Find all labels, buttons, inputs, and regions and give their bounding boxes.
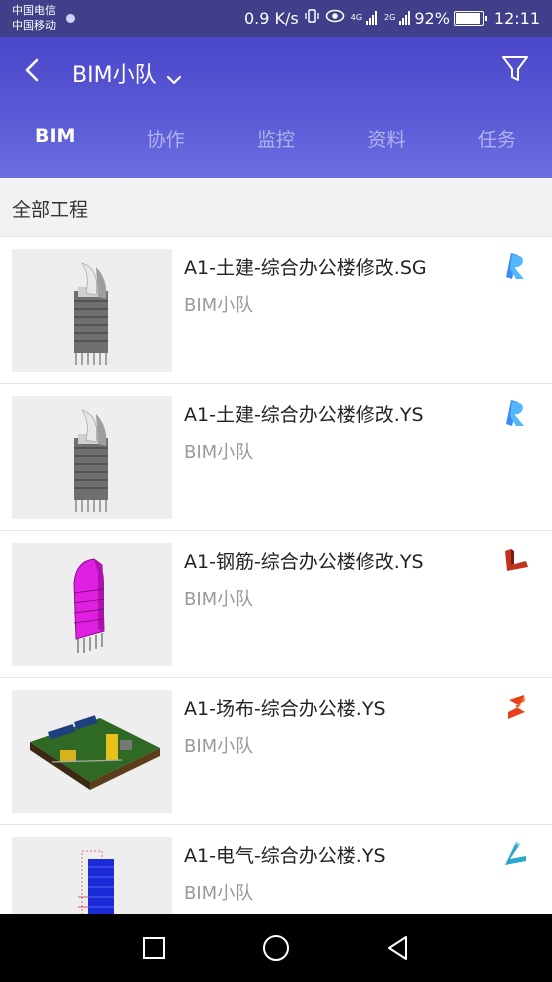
carrier-2: 中国移动 [12, 19, 56, 32]
list-item[interactable]: A1-场布-综合办公楼.YS BIM小队 [0, 678, 552, 825]
filter-icon[interactable] [500, 53, 530, 85]
battery-percent: 92% [414, 8, 450, 28]
carrier-info: 中国电信 中国移动 [12, 3, 56, 33]
project-list: A1-土建-综合办公楼修改.SG BIM小队 A1-土建-综合办公楼修改.YS … [0, 237, 552, 914]
electrical-icon [502, 839, 530, 869]
tab-monitoring[interactable]: 监控 [221, 125, 331, 161]
status-bar: 中国电信 中国移动 0.9 K/s 4G 2G 92% 12:11 [0, 0, 552, 37]
rebar-model-thumbnail [12, 543, 172, 666]
tab-documents[interactable]: 资料 [331, 125, 441, 161]
carrier-1: 中国电信 [12, 4, 56, 17]
status-indicators: 0.9 K/s 4G 2G 92% 12:11 [244, 8, 540, 28]
building-model-thumbnail [12, 249, 172, 372]
chevron-down-icon [165, 67, 183, 85]
project-team: BIM小队 [184, 589, 254, 610]
eye-comfort-icon [325, 9, 345, 27]
section-header: 全部工程 [0, 178, 552, 237]
back-icon[interactable] [382, 932, 414, 964]
network-speed: 0.9 K/s [243, 8, 299, 28]
network-4g-label: 4G [350, 13, 363, 22]
project-team: BIM小队 [184, 736, 254, 757]
recent-apps-icon[interactable] [138, 932, 170, 964]
clock: 12:11 [493, 8, 540, 28]
home-icon[interactable] [260, 932, 292, 964]
team-selector[interactable]: BIM小队 [72, 57, 183, 89]
section-title: 全部工程 [12, 199, 89, 221]
page-title: BIM小队 [72, 63, 157, 88]
battery-fill [455, 12, 480, 24]
project-name: A1-电气-综合办公楼.YS [184, 845, 386, 867]
project-team: BIM小队 [184, 883, 254, 904]
list-item[interactable]: A1-钢筋-综合办公楼修改.YS BIM小队 [0, 531, 552, 678]
system-nav-bar [0, 914, 552, 982]
vibrate-icon [304, 8, 320, 28]
signal-icon-2 [399, 11, 411, 25]
revit-icon [502, 251, 530, 281]
project-name: A1-土建-综合办公楼修改.SG [184, 257, 427, 279]
tab-bim[interactable]: BIM [0, 125, 110, 161]
list-item[interactable]: A1-土建-综合办公楼修改.YS BIM小队 [0, 384, 552, 531]
signal-icon-1 [366, 11, 378, 25]
rebar-icon [502, 545, 530, 575]
notification-dot-icon [66, 14, 75, 23]
project-team: BIM小队 [184, 295, 254, 316]
revit-icon [502, 398, 530, 428]
tab-tasks[interactable]: 任务 [442, 125, 552, 161]
back-arrow-icon[interactable] [22, 57, 44, 83]
list-item[interactable]: A1-电气-综合办公楼.YS BIM小队 [0, 825, 552, 914]
project-name: A1-钢筋-综合办公楼修改.YS [184, 551, 424, 573]
project-team: BIM小队 [184, 442, 254, 463]
network-2g-label: 2G [384, 13, 396, 22]
project-name: A1-土建-综合办公楼修改.YS [184, 404, 424, 426]
tab-collaboration[interactable]: 协作 [110, 125, 220, 161]
list-item[interactable]: A1-土建-综合办公楼修改.SG BIM小队 [0, 237, 552, 384]
project-name: A1-场布-综合办公楼.YS [184, 698, 386, 720]
tab-bar: BIM 协作 监控 资料 任务 [0, 125, 552, 161]
building-model-thumbnail [12, 396, 172, 519]
site-layout-icon [502, 692, 530, 722]
site-layout-thumbnail [12, 690, 172, 813]
battery-icon [453, 10, 487, 26]
app-header: BIM小队 BIM 协作 监控 资料 任务 [0, 37, 552, 178]
electrical-model-thumbnail [12, 837, 172, 914]
